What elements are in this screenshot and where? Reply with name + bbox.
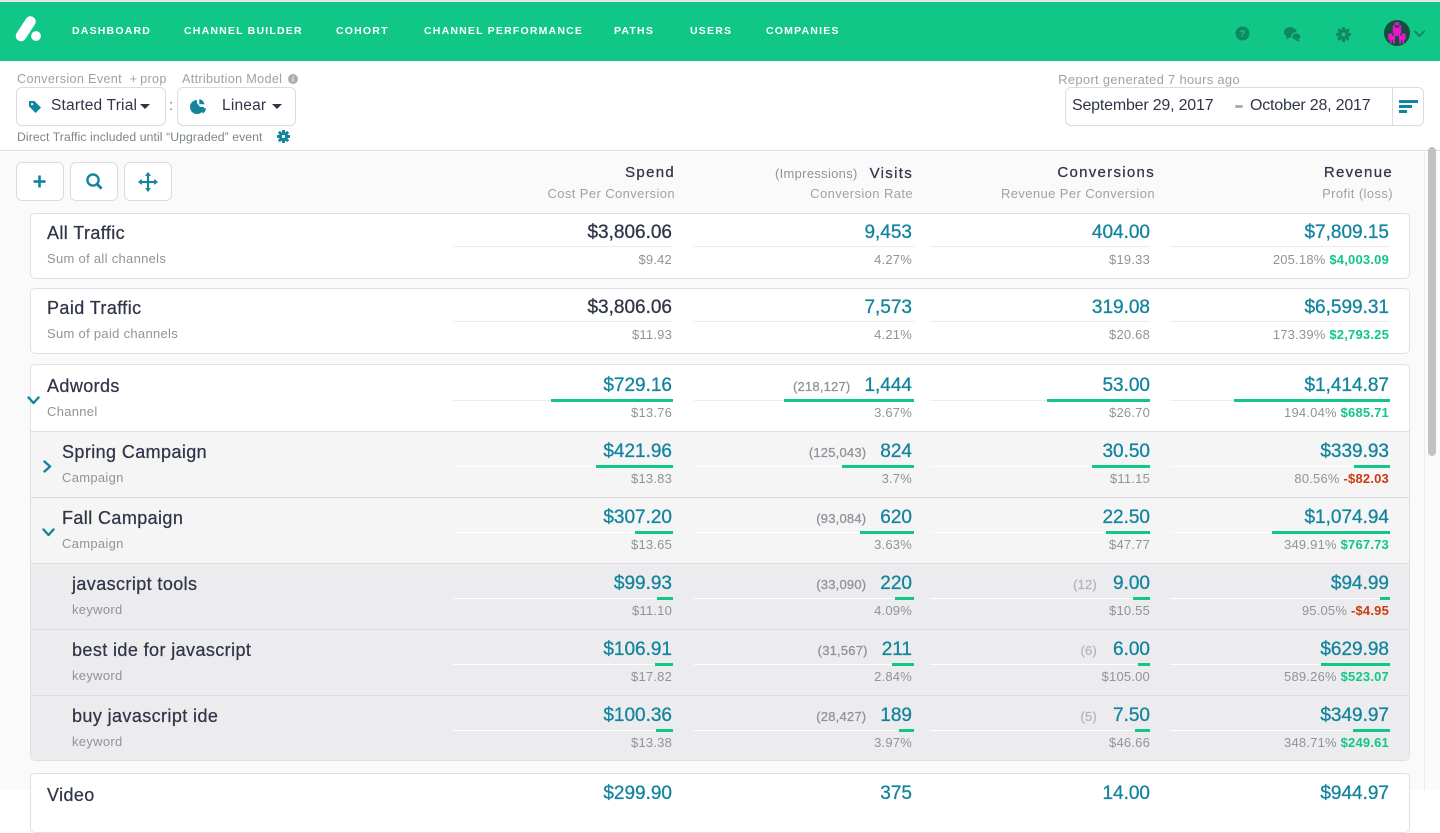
svg-text:i: i (292, 77, 294, 84)
svg-text:?: ? (1239, 29, 1245, 40)
